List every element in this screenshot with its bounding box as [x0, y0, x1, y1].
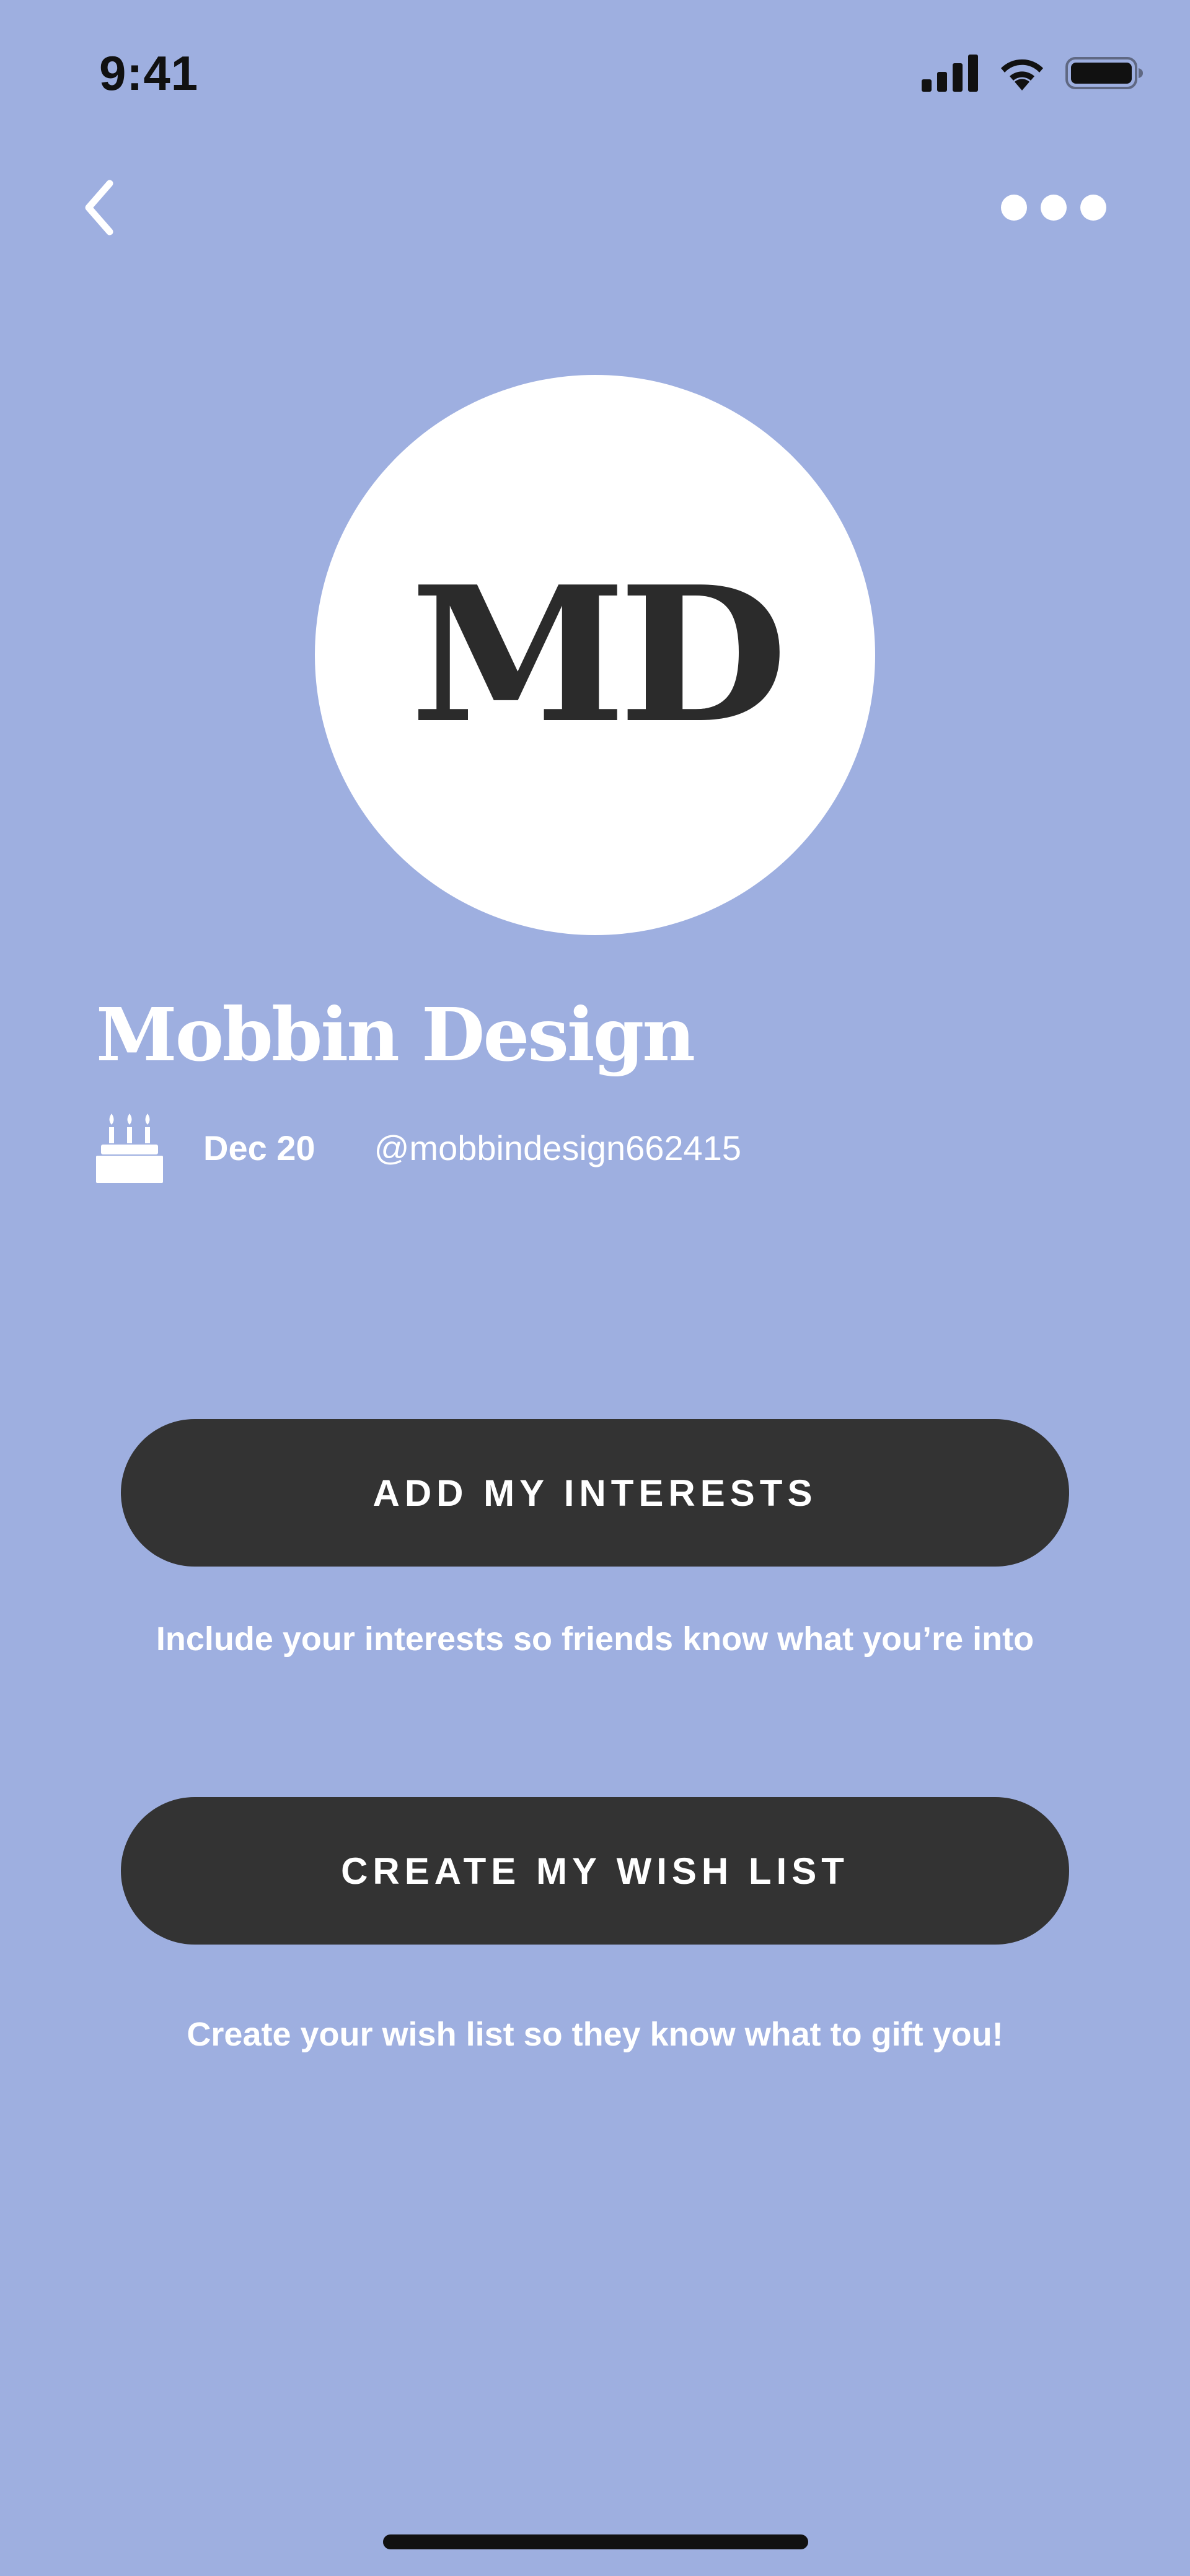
profile-meta: Dec 20 @mobbindesign662415	[96, 1112, 741, 1184]
home-indicator[interactable]	[383, 2534, 808, 2549]
more-dot	[1041, 195, 1067, 221]
add-interests-button[interactable]: ADD MY INTERESTS	[121, 1419, 1069, 1567]
more-dot	[1080, 195, 1106, 221]
status-bar-time: 9:41	[99, 46, 199, 100]
more-options-button[interactable]	[1001, 189, 1106, 226]
birthday-date: Dec 20	[203, 1128, 315, 1167]
avatar[interactable]: MD	[315, 375, 875, 935]
back-button[interactable]	[74, 174, 124, 242]
interests-helper-text: Include your interests so friends know w…	[156, 1620, 1034, 1658]
wifi-icon	[1001, 59, 1043, 90]
add-interests-label: ADD MY INTERESTS	[372, 1472, 818, 1514]
status-bar-icons	[922, 55, 1144, 92]
battery-icon	[1065, 57, 1143, 89]
profile-name: Mobbin Design	[96, 991, 695, 1078]
more-horizontal-icon	[1001, 195, 1027, 221]
create-wishlist-label: CREATE MY WISH LIST	[341, 1850, 849, 1892]
wishlist-helper-text: Create your wish list so they know what …	[187, 2016, 1003, 2053]
create-wishlist-button[interactable]: CREATE MY WISH LIST	[121, 1797, 1069, 1945]
birthday-cake-icon	[96, 1113, 163, 1183]
chevron-left-icon	[85, 180, 113, 235]
username-handle: @mobbindesign662415	[374, 1128, 741, 1167]
avatar-initials: MD	[410, 545, 788, 764]
cellular-signal-icon	[922, 55, 978, 92]
